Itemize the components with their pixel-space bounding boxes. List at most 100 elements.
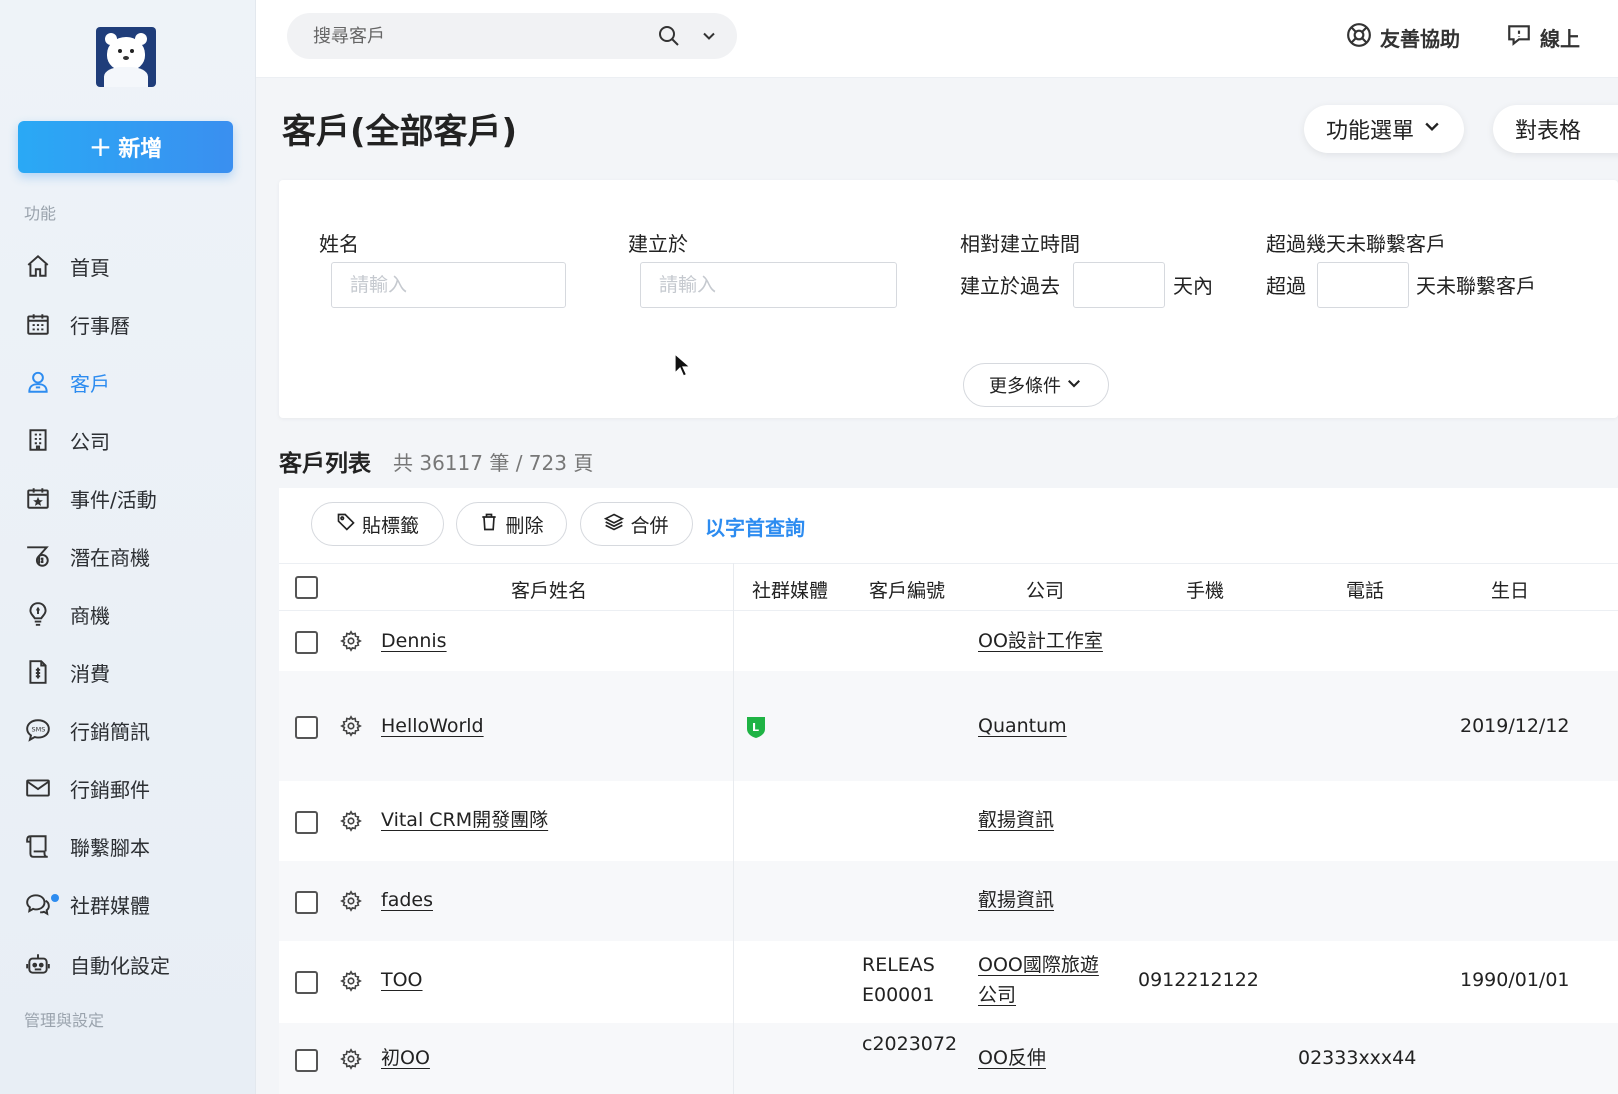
customer-name-link[interactable]: fades xyxy=(381,885,433,915)
alphabet-search-link[interactable]: 以字首查詢 xyxy=(705,512,805,541)
row-checkbox[interactable] xyxy=(295,716,318,739)
sidebar-item-customer[interactable]: 客戶 xyxy=(24,362,244,402)
row-checkbox[interactable] xyxy=(295,631,318,654)
no-contact-suffix: 天未聯繫客戶 xyxy=(1416,274,1536,298)
sidebar-item-calendar[interactable]: 行事曆 xyxy=(24,304,244,344)
table-row[interactable]: 初OO c2023072 OO反伸 02333xxx44 xyxy=(279,1023,1618,1094)
name-filter-input[interactable] xyxy=(331,262,566,308)
plus-icon: + xyxy=(88,130,113,163)
customer-name-link[interactable]: TOO xyxy=(381,965,423,995)
sidebar-item-opportunity[interactable]: 商機 xyxy=(24,594,244,634)
gear-icon[interactable] xyxy=(340,890,362,912)
company-link[interactable]: Quantum xyxy=(978,711,1067,741)
building-icon xyxy=(24,426,52,454)
search-bar xyxy=(287,13,737,59)
more-conditions-button[interactable]: 更多條件 xyxy=(963,363,1109,407)
no-contact-days-input[interactable] xyxy=(1317,262,1409,308)
sidebar-item-label: 公司 xyxy=(70,429,110,454)
customer-name-link[interactable]: 初OO xyxy=(381,1043,430,1073)
tag-button[interactable]: 貼標籤 xyxy=(311,502,444,546)
column-header-company[interactable]: 公司 xyxy=(1026,576,1064,603)
table-row[interactable]: fades 叡揚資訊 xyxy=(279,861,1618,941)
report-button[interactable]: 對表格 xyxy=(1493,105,1618,153)
table-row[interactable]: Dennis OO設計工作室 xyxy=(279,611,1618,671)
column-header-name[interactable]: 客戶姓名 xyxy=(511,576,587,603)
sidebar-item-label: 首頁 xyxy=(70,255,110,280)
sidebar-item-label: 社群媒體 xyxy=(70,893,150,918)
column-header-social[interactable]: 社群媒體 xyxy=(752,576,828,603)
merge-button[interactable]: 合併 xyxy=(580,502,693,546)
sidebar-item-script[interactable]: 聯繫腳本 xyxy=(24,826,244,866)
sidebar-item-invoice[interactable]: 消費 xyxy=(24,652,244,692)
section-label-features: 功能 xyxy=(24,204,57,223)
sidebar-item-company[interactable]: 公司 xyxy=(24,420,244,460)
customer-code-line1: RELEAS xyxy=(862,954,935,976)
select-all-checkbox[interactable] xyxy=(295,576,318,599)
mail-icon xyxy=(24,774,52,802)
sidebar-item-mail[interactable]: 行銷郵件 xyxy=(24,768,244,808)
name-filter-label: 姓名 xyxy=(319,232,359,256)
column-header-code[interactable]: 客戶編號 xyxy=(869,576,945,603)
column-header-phone[interactable]: 電話 xyxy=(1346,576,1384,603)
table-row[interactable]: HelloWorld L Quantum 2019/12/12 xyxy=(279,671,1618,781)
online-label: 線上 xyxy=(1540,27,1580,51)
new-button[interactable]: + 新增 xyxy=(18,121,233,173)
social-icon xyxy=(24,890,59,918)
company-link[interactable]: 叡揚資訊 xyxy=(978,805,1054,835)
search-icon[interactable] xyxy=(657,24,681,52)
trash-icon xyxy=(479,512,499,537)
column-header-mobile[interactable]: 手機 xyxy=(1186,576,1224,603)
line-icon[interactable]: L xyxy=(745,715,767,739)
search-input[interactable] xyxy=(313,25,643,47)
company-link-line1[interactable]: OOO國際旅遊 xyxy=(978,950,1099,980)
row-checkbox[interactable] xyxy=(295,1049,318,1072)
gear-icon[interactable] xyxy=(340,1048,362,1070)
company-link[interactable]: 叡揚資訊 xyxy=(978,885,1054,915)
gear-icon[interactable] xyxy=(340,810,362,832)
created-filter-input[interactable] xyxy=(640,262,897,308)
customer-name-link[interactable]: HelloWorld xyxy=(381,711,484,741)
chevron-down-icon[interactable] xyxy=(699,26,719,50)
customer-icon xyxy=(24,368,52,396)
gear-icon[interactable] xyxy=(340,970,362,992)
help-link[interactable]: 友善協助 xyxy=(1346,22,1460,53)
sidebar-item-home[interactable]: 首頁 xyxy=(24,246,244,286)
sidebar-item-lead[interactable]: 潛在商機 xyxy=(24,536,244,576)
online-link[interactable]: 線上 xyxy=(1506,22,1580,53)
sidebar-item-automation[interactable]: 自動化設定 xyxy=(24,944,244,984)
relative-days-input[interactable] xyxy=(1073,262,1165,308)
section-label-admin: 管理與設定 xyxy=(24,1011,105,1030)
layers-icon xyxy=(604,512,625,537)
sidebar-item-social[interactable]: 社群媒體 xyxy=(24,884,244,924)
sidebar: + 新增 功能 首頁 行事曆 客戶 公司 事件/活動 潛在商機 商機 消費 SM… xyxy=(0,0,256,1094)
sidebar-item-event[interactable]: 事件/活動 xyxy=(24,478,244,518)
created-filter-label: 建立於 xyxy=(628,232,688,256)
customer-name-link[interactable]: Vital CRM開發團隊 xyxy=(381,805,548,835)
no-contact-label: 超過幾天未聯繫客戶 xyxy=(1266,232,1446,256)
delete-button[interactable]: 刪除 xyxy=(456,502,567,546)
sidebar-item-label: 行銷郵件 xyxy=(70,777,150,802)
row-checkbox[interactable] xyxy=(295,891,318,914)
gear-icon[interactable] xyxy=(340,630,362,652)
filter-panel: 姓名 建立於 相對建立時間 建立於過去 天內 超過幾天未聯繫客戶 超過 天未聯繫… xyxy=(279,180,1618,418)
company-link-line2[interactable]: 公司 xyxy=(978,980,1016,1010)
sidebar-item-label: 消費 xyxy=(70,661,110,686)
customer-code: c2023072 xyxy=(862,1033,958,1055)
opportunity-icon xyxy=(24,600,52,628)
help-label: 友善協助 xyxy=(1380,27,1460,51)
company-link[interactable]: OO反伸 xyxy=(978,1043,1046,1073)
function-menu-button[interactable]: 功能選單 xyxy=(1304,105,1465,153)
company-link[interactable]: OO設計工作室 xyxy=(978,626,1103,656)
row-checkbox[interactable] xyxy=(295,971,318,994)
table-header: 客戶姓名 社群媒體 客戶編號 公司 手機 電話 生日 xyxy=(279,563,1618,611)
table-row[interactable]: Vital CRM開發團隊 叡揚資訊 xyxy=(279,781,1618,861)
brand-logo[interactable] xyxy=(96,27,156,87)
customer-name-link[interactable]: Dennis xyxy=(381,626,447,656)
column-header-birthday[interactable]: 生日 xyxy=(1491,576,1529,603)
gear-icon[interactable] xyxy=(340,715,362,737)
phone-value: 02333xxx44 xyxy=(1298,1047,1417,1069)
table-row[interactable]: TOO RELEAS E00001 OOO國際旅遊 公司 0912212122 … xyxy=(279,941,1618,1023)
row-checkbox[interactable] xyxy=(295,811,318,834)
sidebar-item-sms[interactable]: SMS 行銷簡訊 xyxy=(24,710,244,750)
tag-icon xyxy=(336,512,356,537)
